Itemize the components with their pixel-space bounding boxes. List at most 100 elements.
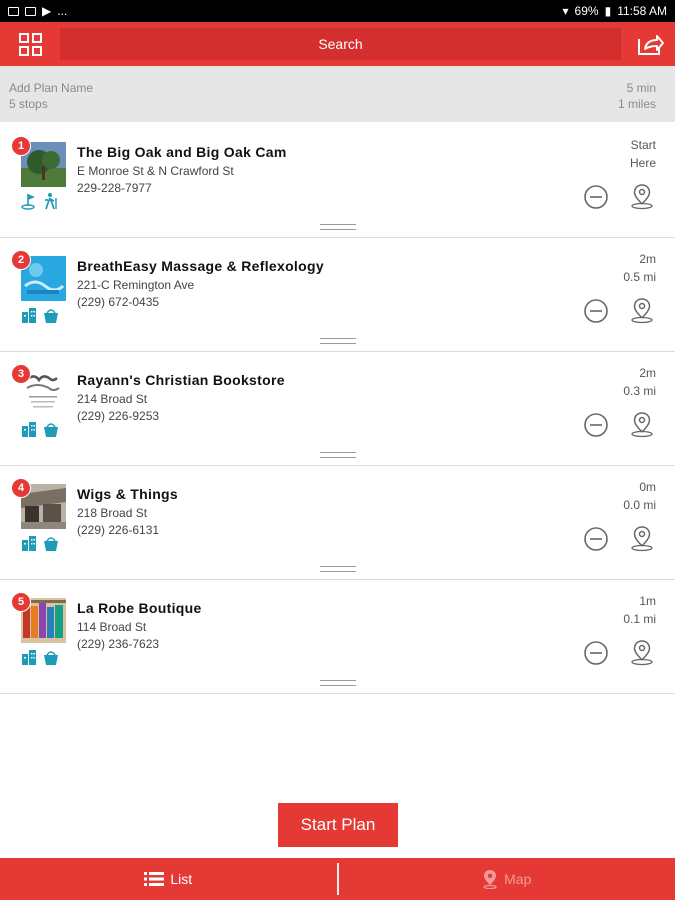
battery-level: 69% (574, 4, 599, 18)
stop-miles: 0.1 mi (623, 612, 656, 626)
clock: 11:58 AM (617, 4, 667, 18)
buildings-icon (22, 536, 36, 551)
plan-summary: Add Plan Name 5 stops 5 min 1 miles (0, 66, 675, 122)
remove-stop-button[interactable] (583, 298, 609, 324)
drag-handle[interactable] (320, 452, 356, 458)
stop-distance: 2m 0.5 mi (623, 250, 656, 286)
image-icon (25, 6, 36, 16)
stop-name: The Big Oak and Big Oak Cam (77, 144, 287, 160)
category-icons (20, 192, 60, 210)
map-pin-button[interactable] (628, 182, 656, 210)
tab-list[interactable]: List (0, 858, 337, 900)
start-plan-button[interactable]: Start Plan (278, 803, 398, 847)
stop-address: 218 Broad St (77, 506, 148, 520)
buildings-icon (22, 308, 36, 323)
stop-address: 221-C Remington Ave (77, 278, 195, 292)
tab-map[interactable]: Map (339, 858, 675, 900)
stop-distance: 0m 0.0 mi (623, 478, 656, 514)
status-bar: ▶ ... ▾ 69% ▮ 11:58 AM (0, 0, 675, 22)
category-icons (20, 420, 60, 438)
hiker-icon (45, 193, 57, 210)
list-icon (144, 872, 165, 886)
stop-item[interactable]: 1 The Big Oak and Big Oak Cam E Monroe S… (0, 124, 675, 238)
stop-name: BreathEasy Massage & Reflexology (77, 258, 324, 274)
remove-stop-button[interactable] (583, 640, 609, 666)
remove-stop-button[interactable] (583, 412, 609, 438)
stop-phone[interactable]: 229-228-7977 (77, 181, 152, 195)
plan-name-field[interactable]: Add Plan Name (9, 80, 93, 96)
drag-handle[interactable] (320, 224, 356, 230)
stop-item[interactable]: 4 Wigs & Things 218 Broad St (229) 226-6… (0, 466, 675, 580)
shopping-basket-icon (44, 309, 58, 323)
category-icons (20, 534, 60, 552)
buildings-icon (22, 422, 36, 437)
stop-number-badge: 3 (11, 364, 31, 384)
more-notifications: ... (57, 4, 68, 18)
stop-time: 2m (639, 252, 656, 266)
stop-miles: 0.0 mi (623, 498, 656, 512)
drag-handle[interactable] (320, 338, 356, 344)
stop-time: 1m (639, 594, 656, 608)
stop-number-badge: 4 (11, 478, 31, 498)
search-placeholder: Search (318, 36, 363, 52)
shopping-basket-icon (44, 537, 58, 551)
share-icon (638, 35, 664, 55)
battery-icon: ▮ (604, 4, 612, 18)
stop-phone[interactable]: (229) 672-0435 (77, 295, 159, 309)
grid-icon (18, 32, 42, 56)
map-pin-button[interactable] (628, 410, 656, 438)
bottom-nav: List Map (0, 858, 675, 900)
category-icons (20, 648, 60, 666)
shopping-basket-icon (44, 423, 58, 437)
buildings-icon (22, 650, 36, 665)
map-pin-button[interactable] (628, 296, 656, 324)
wifi-icon: ▾ (562, 4, 569, 18)
stop-time: Start (630, 138, 656, 152)
stop-distance: 1m 0.1 mi (623, 592, 656, 628)
total-time: 5 min (626, 81, 656, 95)
stop-number-badge: 2 (11, 250, 31, 270)
drag-handle[interactable] (320, 566, 356, 572)
stop-phone[interactable]: (229) 226-6131 (77, 523, 159, 537)
remove-stop-button[interactable] (583, 526, 609, 552)
stop-time: 2m (639, 366, 656, 380)
map-pin-button[interactable] (628, 638, 656, 666)
shopping-basket-icon (44, 651, 58, 665)
menu-grid-button[interactable] (0, 22, 60, 66)
category-icons (20, 306, 60, 324)
stop-item[interactable]: 2 BreathEasy Massage & Reflexology 221-C… (0, 238, 675, 352)
stop-item[interactable]: 3 Rayann's Christian Bookstore 214 Broad… (0, 352, 675, 466)
drag-handle[interactable] (320, 680, 356, 686)
stops-count: 5 stops (9, 97, 48, 111)
golf-icon (21, 194, 35, 210)
stop-item[interactable]: 5 La Robe Boutique 114 Broad St (229) 23… (0, 580, 675, 694)
stop-address: E Monroe St & N Crawford St (77, 164, 234, 178)
mail-icon (8, 6, 19, 16)
stop-number-badge: 5 (11, 592, 31, 612)
stop-phone[interactable]: (229) 236-7623 (77, 637, 159, 651)
map-pin-button[interactable] (628, 524, 656, 552)
stop-time: 0m (639, 480, 656, 494)
play-store-icon: ▶ (42, 4, 52, 18)
total-distance: 1 miles (617, 97, 656, 111)
map-pin-icon (483, 870, 497, 889)
stop-number-badge: 1 (11, 136, 31, 156)
tab-map-label: Map (504, 871, 532, 887)
stop-address: 214 Broad St (77, 392, 148, 406)
stop-phone[interactable]: (229) 226-9253 (77, 409, 159, 423)
search-input[interactable]: Search (60, 28, 621, 60)
stop-name: Rayann's Christian Bookstore (77, 372, 285, 388)
share-button[interactable] (635, 30, 665, 58)
stop-address: 114 Broad St (77, 620, 147, 634)
stops-list: 1 The Big Oak and Big Oak Cam E Monroe S… (0, 124, 675, 694)
stop-name: Wigs & Things (77, 486, 178, 502)
stop-miles: 0.5 mi (623, 270, 656, 284)
tab-list-label: List (170, 871, 193, 887)
stop-name: La Robe Boutique (77, 600, 202, 616)
remove-stop-button[interactable] (583, 184, 609, 210)
stop-miles: 0.3 mi (623, 384, 656, 398)
stop-miles: Here (629, 156, 656, 170)
stop-distance: 2m 0.3 mi (623, 364, 656, 400)
tab-divider (336, 863, 339, 895)
stop-distance: Start Here (630, 136, 656, 172)
